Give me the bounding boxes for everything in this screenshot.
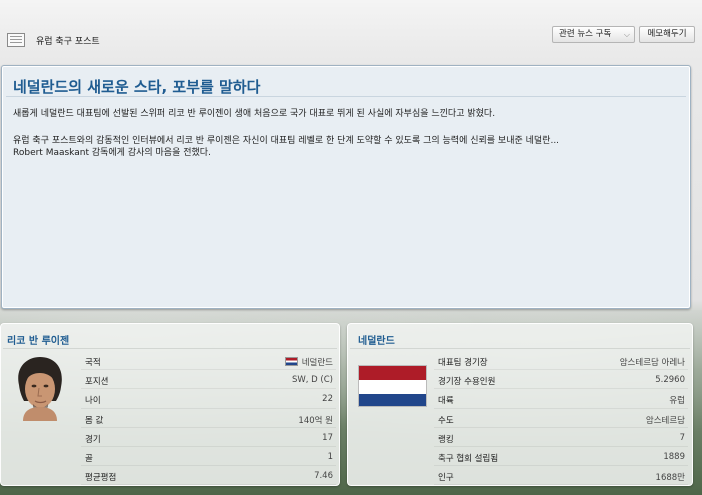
article-title: 네덜란드의 새로운 스타, 포부를 말하다 xyxy=(13,78,261,96)
player-row-age: 나이 22 xyxy=(81,389,336,409)
row-value: 1688만 xyxy=(655,473,685,484)
row-label: 몸 값 xyxy=(85,415,104,426)
newspaper-icon xyxy=(7,33,25,47)
news-article: 네덜란드의 새로운 스타, 포부를 말하다 새롭게 네덜란드 대표팀에 선발된 … xyxy=(1,65,691,309)
player-info-table: 국적 네덜란드 포지션 SW, D (C) 나이 22 몸 값 140억 원 경… xyxy=(81,351,336,486)
row-label: 경기 xyxy=(85,434,101,445)
player-row-goals: 골 1 xyxy=(81,447,336,467)
related-news-label: 관련 뉴스 구독 xyxy=(559,29,612,39)
row-value: 17 xyxy=(322,432,333,443)
row-label: 골 xyxy=(85,453,93,464)
row-value[interactable]: 암스테르담 xyxy=(646,414,685,426)
row-label: 포지션 xyxy=(85,377,109,388)
article-paragraph: 새롭게 네덜란드 대표팀에 선발된 스위퍼 리코 반 루이젠이 생애 처음으로 … xyxy=(13,109,496,119)
row-value: 1889 xyxy=(663,451,685,462)
row-value[interactable]: 네덜란드 xyxy=(284,356,333,368)
player-row-appearances: 경기 17 xyxy=(81,428,336,447)
row-value[interactable]: 암스테르담 아레나 xyxy=(620,356,685,368)
row-label: 경기장 수용인원 xyxy=(438,377,496,388)
player-face-image xyxy=(18,357,62,421)
article-divider xyxy=(6,96,686,97)
player-row-value: 몸 값 140억 원 xyxy=(81,409,336,428)
row-label: 수도 xyxy=(438,415,454,426)
player-name-link[interactable]: 리코 반 루이젠 xyxy=(7,332,69,347)
row-label: 국적 xyxy=(85,358,101,368)
row-label: 축구 협회 설립됨 xyxy=(438,453,499,464)
divider xyxy=(3,348,337,349)
article-line: Robert Maaskant 감독에게 감사의 마음을 전했다. xyxy=(13,148,211,158)
country-row-capacity: 경기장 수용인원 5.2960 xyxy=(434,370,688,390)
country-row-association-founded: 축구 협회 설립됨 1889 xyxy=(434,447,688,467)
row-value: 140억 원 xyxy=(298,415,333,426)
row-value: SW, D (C) xyxy=(291,375,333,386)
country-row-ranking: 랭킹 7 xyxy=(434,428,688,447)
row-value[interactable]: 유럽 xyxy=(669,394,685,406)
row-label: 랭킹 xyxy=(438,434,454,445)
related-news-subscribe-button[interactable]: 관련 뉴스 구독 ⌵ xyxy=(552,26,635,43)
netherlands-flag-icon xyxy=(284,357,298,366)
row-label: 나이 xyxy=(85,396,101,407)
country-row-capital: 수도 암스테르담 xyxy=(434,409,688,428)
country-info-table: 대표팀 경기장 암스테르담 아레나 경기장 수용인원 5.2960 대륙 유럽 … xyxy=(434,351,688,486)
country-name-link[interactable]: 네덜란드 xyxy=(358,332,395,347)
row-label: 평균평점 xyxy=(85,473,117,484)
player-panel: 리코 반 루이젠 국적 네덜란드 포지션 SW, D (C) 나이 22 몸 값… xyxy=(0,323,340,486)
news-header: 유럽 축구 포스트 관련 뉴스 구독 ⌵ 메모해두기 xyxy=(0,0,702,62)
row-value: 22 xyxy=(322,394,333,405)
country-row-continent: 대륙 유럽 xyxy=(434,389,688,409)
divider xyxy=(350,348,690,349)
player-row-nationality: 국적 네덜란드 xyxy=(81,351,336,371)
row-value: 7 xyxy=(679,432,685,443)
row-label: 대표팀 경기장 xyxy=(438,358,488,368)
article-paragraph: 유럽 축구 포스트와의 감동적인 인터뷰에서 리코 반 루이젠은 자신이 대표팀… xyxy=(13,135,679,159)
row-value: 5.2960 xyxy=(655,375,685,386)
player-row-position: 포지션 SW, D (C) xyxy=(81,370,336,390)
nationality-value: 네덜란드 xyxy=(301,358,333,368)
row-label: 인구 xyxy=(438,473,454,484)
row-value: 7.46 xyxy=(314,471,333,482)
country-row-stadium: 대표팀 경기장 암스테르담 아레나 xyxy=(434,351,688,371)
netherlands-flag-icon xyxy=(358,365,427,407)
chevron-down-icon: ⌵ xyxy=(623,30,630,39)
article-line: 유럽 축구 포스트와의 감동적인 인터뷰에서 리코 반 루이젠은 자신이 대표팀… xyxy=(13,136,560,146)
memo-button[interactable]: 메모해두기 xyxy=(639,26,695,43)
news-source: 유럽 축구 포스트 xyxy=(36,37,100,47)
country-row-population: 인구 1688만 xyxy=(434,466,688,486)
player-row-avg-rating: 평균평점 7.46 xyxy=(81,466,336,486)
row-label: 대륙 xyxy=(438,396,454,407)
country-panel: 네덜란드 대표팀 경기장 암스테르담 아레나 경기장 수용인원 5.2960 대… xyxy=(347,323,693,486)
row-value: 1 xyxy=(327,451,333,462)
